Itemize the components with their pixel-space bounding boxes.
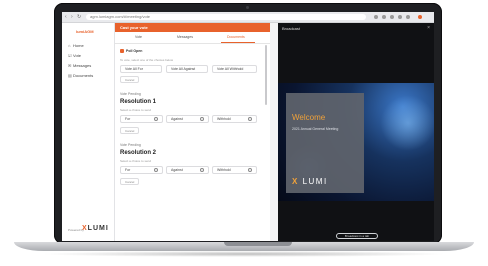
back-icon[interactable]: ‹ (65, 14, 67, 20)
sidebar-item-home[interactable]: ⌂ Home (68, 43, 84, 48)
tab-messages[interactable]: Messages (177, 35, 193, 39)
sidebar-item-label: Documents (73, 73, 94, 78)
panel-title: Cast your vote (120, 25, 148, 30)
broadcast-title: Broadcast (282, 26, 301, 31)
sidebar-item-messages[interactable]: ✉ Messages (68, 63, 91, 68)
tab-documents[interactable]: Documents (227, 35, 245, 39)
radio-button[interactable] (248, 117, 252, 121)
open-broadcast-tab-button[interactable]: Broadcast in a tab (336, 233, 378, 239)
option-against[interactable]: Against (166, 115, 209, 123)
camera-icon (246, 6, 249, 9)
option-against[interactable]: Against (166, 166, 209, 174)
forward-icon[interactable]: › (71, 14, 73, 20)
extension-icon[interactable] (406, 15, 410, 19)
extension-icon[interactable] (398, 15, 402, 19)
option-withhold[interactable]: Withhold (212, 115, 257, 123)
extension-icon[interactable] (390, 15, 394, 19)
cancel-button[interactable]: Cancel (120, 178, 140, 185)
address-bar[interactable]: agm.lumiagm.com/#/meeting/vote (86, 14, 366, 20)
resolution-title: Resolution 1 (120, 99, 157, 105)
brand-logo: lumiAGM (76, 29, 94, 34)
laptop-screen: ‹ › ↻ agm.lumiagm.com/#/meeting/vote lum… (62, 12, 434, 241)
resolution-title: Resolution 2 (120, 150, 157, 156)
welcome-heading: Welcome (292, 113, 326, 122)
resolution-instructions: Select a choice to send (120, 108, 152, 112)
laptop-shadow (40, 251, 448, 257)
laptop: ‹ › ↻ agm.lumiagm.com/#/meeting/vote lum… (0, 0, 488, 266)
meeting-name: 2021 Annual General Meeting (292, 127, 339, 131)
resolution-instructions: Select a choice to send (120, 159, 152, 163)
broadcast-panel: Broadcast × Welcome 2021 Annual General … (278, 23, 434, 241)
radio-button[interactable] (200, 117, 204, 121)
sidebar-item-documents[interactable]: ▤Documents (68, 73, 93, 78)
profile-icon[interactable] (418, 15, 422, 19)
option-withhold[interactable]: Withhold (212, 166, 257, 174)
sidebar-item-vote[interactable]: ☑Vote (68, 53, 81, 58)
extension-icon[interactable] (382, 15, 386, 19)
radio-button[interactable] (248, 168, 252, 172)
scrollbar[interactable] (265, 45, 267, 105)
sidebar: lumiAGM ⌂ Home ☑Vote ✉ Messages ▤Documents… (62, 23, 115, 241)
vote-all-against-button[interactable]: Vote All Against (166, 65, 208, 73)
radio-button[interactable] (154, 117, 158, 121)
tab-vote[interactable]: Vote (135, 35, 142, 39)
laptop-lid: ‹ › ↻ agm.lumiagm.com/#/meeting/vote lum… (54, 3, 442, 244)
panel-tabs: Vote Messages Documents (115, 33, 270, 44)
video-player[interactable]: Welcome 2021 Annual General Meeting X LU… (278, 83, 434, 201)
browser-toolbar: ‹ › ↻ agm.lumiagm.com/#/meeting/vote (62, 12, 434, 23)
sidebar-item-label: Messages (73, 63, 92, 68)
poll-open-label: Poll Open (126, 49, 143, 53)
background-glow (378, 93, 434, 153)
lumi-logo: XLUMI (82, 225, 109, 232)
panel-header: Cast your vote (115, 23, 270, 32)
cancel-button[interactable]: Cancel (120, 127, 140, 134)
sidebar-item-label: Home (73, 43, 84, 48)
active-tab-indicator (221, 42, 255, 43)
resolution-status: Vote Pending (120, 143, 141, 147)
laptop-base (14, 242, 474, 251)
extension-icon[interactable] (374, 15, 378, 19)
sidebar-item-label: Vote (73, 53, 82, 58)
close-icon[interactable]: × (427, 25, 430, 31)
radio-button[interactable] (154, 168, 158, 172)
option-for[interactable]: For (120, 115, 163, 123)
cancel-button[interactable]: Cancel (120, 76, 140, 83)
vote-all-withhold-button[interactable]: Vote All Withhold (212, 65, 257, 73)
vote-all-for-button[interactable]: Vote All For (120, 65, 162, 73)
laptop-notch (224, 242, 292, 246)
reload-icon[interactable]: ↻ (77, 14, 81, 20)
resolution-status: Vote Pending (120, 92, 141, 96)
poll-status-icon (120, 49, 124, 53)
radio-button[interactable] (200, 168, 204, 172)
option-for[interactable]: For (120, 166, 163, 174)
lumi-logo: X LUMI (292, 177, 328, 186)
poll-instructions: To vote, select one of the choices below (120, 58, 174, 62)
vote-panel: Cast your vote Vote Messages Documents P… (115, 23, 270, 241)
welcome-card: Welcome 2021 Annual General Meeting X LU… (286, 93, 364, 193)
